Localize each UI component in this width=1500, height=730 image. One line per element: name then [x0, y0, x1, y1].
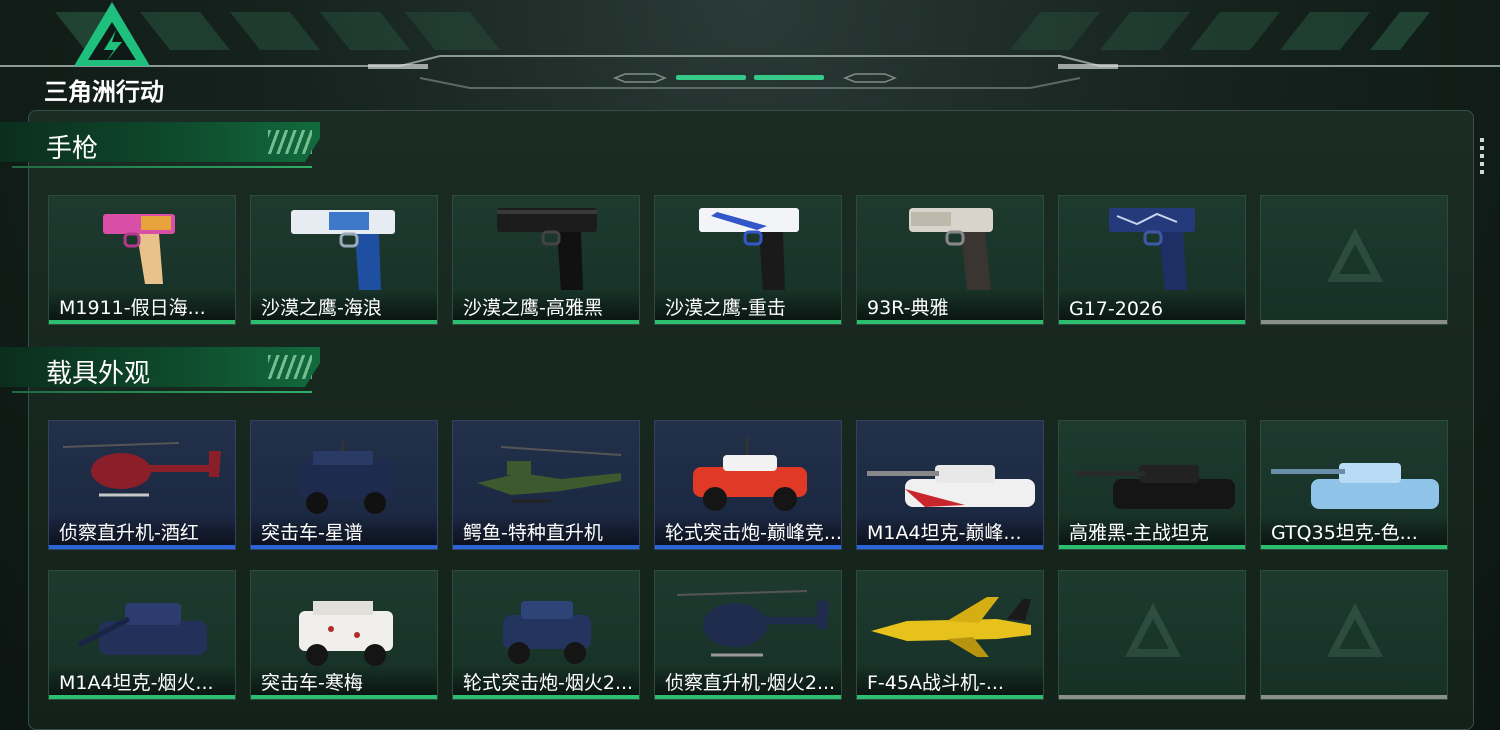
- item-card[interactable]: 鳄鱼-特种直升机: [452, 420, 640, 550]
- scrollbar[interactable]: [1480, 138, 1484, 180]
- item-name: 沙漠之鹰-高雅黑: [463, 297, 603, 319]
- item-name: M1A4坦克-巅峰...: [867, 522, 1022, 544]
- tank-icon: [77, 603, 207, 655]
- pistol-icon: [103, 214, 175, 284]
- header-decor: [0, 12, 1500, 89]
- armored-car-icon: [503, 601, 591, 664]
- item-card[interactable]: 突击车-星谱: [250, 420, 438, 550]
- item-card[interactable]: 沙漠之鹰-海浪: [250, 195, 438, 325]
- pistol-icon: [1109, 208, 1195, 290]
- tank-icon: [1075, 465, 1235, 509]
- item-name: G17-2026: [1069, 298, 1164, 320]
- armored-car-icon: [299, 601, 393, 666]
- item-name: 93R-典雅: [867, 297, 949, 319]
- delta-watermark-icon: [1327, 603, 1383, 657]
- helicopter-icon: [477, 446, 622, 503]
- section-title: 手枪: [46, 134, 99, 164]
- item-card[interactable]: 轮式突击炮-烟火2...: [452, 570, 640, 700]
- pistol-icon: [497, 208, 597, 290]
- item-name: 侦察直升机-酒红: [59, 522, 199, 544]
- pistol-icon: [699, 208, 799, 290]
- item-name: 轮式突击炮-巅峰竞...: [665, 522, 841, 544]
- pistol-icon: [909, 208, 993, 290]
- item-name: M1A4坦克-烟火...: [59, 672, 214, 694]
- empty-slot: [1058, 570, 1246, 700]
- top-header: 三角洲行动: [0, 0, 1500, 106]
- item-name: F-45A战斗机-...: [867, 672, 1004, 694]
- section-title: 载具外观: [46, 359, 151, 389]
- item-name: 沙漠之鹰-重击: [665, 297, 786, 319]
- item-card[interactable]: M1A4坦克-巅峰...: [856, 420, 1044, 550]
- helicopter-icon: [62, 442, 221, 497]
- item-name: 鳄鱼-特种直升机: [463, 522, 603, 544]
- item-name: 突击车-星谱: [261, 522, 363, 544]
- item-card[interactable]: 侦察直升机-烟火2...: [654, 570, 842, 700]
- fighter-jet-icon: [871, 597, 1031, 657]
- item-card[interactable]: 高雅黑-主战坦克: [1058, 420, 1246, 550]
- item-name: 突击车-寒梅: [261, 672, 363, 694]
- tank-icon: [1271, 463, 1439, 509]
- item-card[interactable]: 侦察直升机-酒红: [48, 420, 236, 550]
- item-name: 沙漠之鹰-海浪: [261, 297, 382, 319]
- delta-watermark-icon: [1327, 228, 1383, 282]
- helicopter-icon: [676, 590, 829, 657]
- item-name: 侦察直升机-烟火2...: [665, 672, 836, 694]
- pistol-icon: [291, 210, 395, 290]
- item-card[interactable]: 沙漠之鹰-高雅黑: [452, 195, 640, 325]
- tank-icon: [867, 465, 1035, 507]
- brand-logo-text: 三角洲行动: [44, 78, 164, 106]
- item-name: 轮式突击炮-烟火2...: [463, 672, 634, 694]
- armored-car-icon: [693, 437, 807, 511]
- section-header-vehicles: 载具外观: [0, 347, 330, 399]
- item-card[interactable]: M1911-假日海...: [48, 195, 236, 325]
- item-card[interactable]: G17-2026: [1058, 195, 1246, 325]
- empty-slot: [1260, 570, 1448, 700]
- item-card[interactable]: 轮式突击炮-巅峰竞...: [654, 420, 842, 550]
- item-name: M1911-假日海...: [59, 297, 206, 319]
- item-card[interactable]: 93R-典雅: [856, 195, 1044, 325]
- item-name: GTQ35坦克-色...: [1271, 522, 1418, 544]
- item-card[interactable]: 沙漠之鹰-重击: [654, 195, 842, 325]
- delta-watermark-icon: [1125, 603, 1181, 657]
- item-card[interactable]: F-45A战斗机-...: [856, 570, 1044, 700]
- armored-car-icon: [301, 441, 391, 514]
- item-card[interactable]: GTQ35坦克-色...: [1260, 420, 1448, 550]
- item-card[interactable]: M1A4坦克-烟火...: [48, 570, 236, 700]
- empty-slot: [1260, 195, 1448, 325]
- item-card[interactable]: 突击车-寒梅: [250, 570, 438, 700]
- section-header-pistols: 手枪: [0, 122, 330, 174]
- item-name: 高雅黑-主战坦克: [1069, 522, 1209, 544]
